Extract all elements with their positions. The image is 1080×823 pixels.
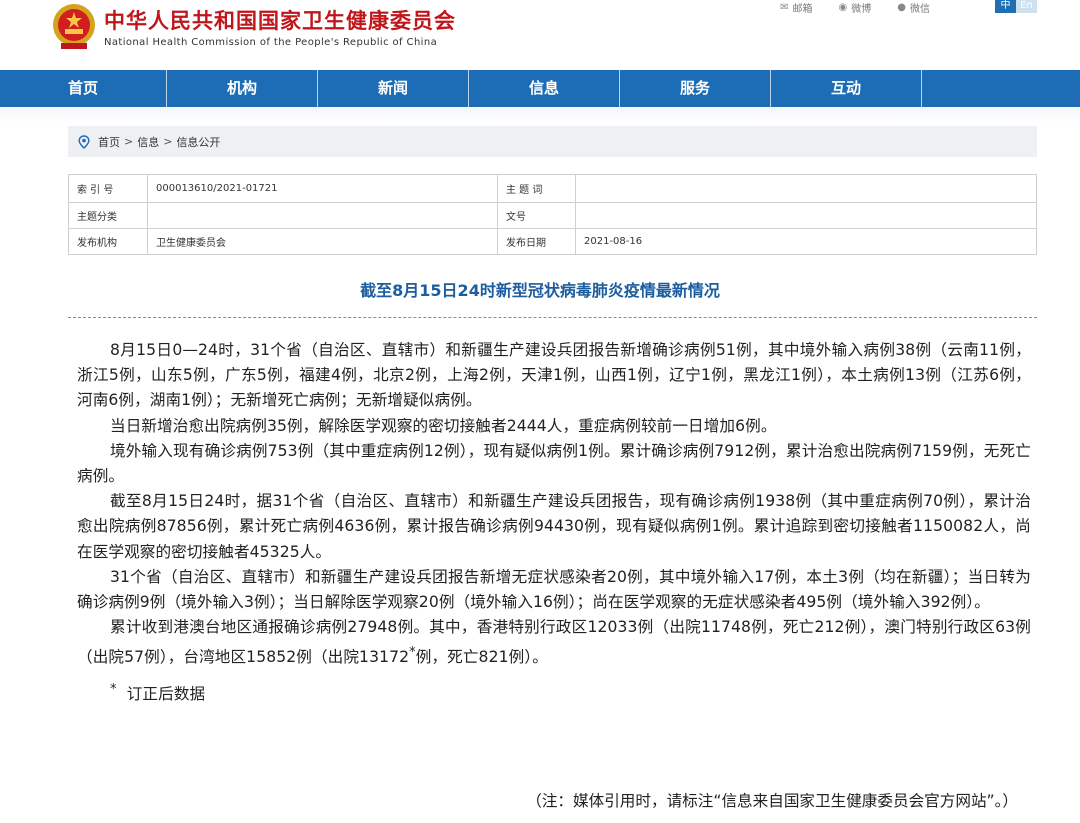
article-paragraph: 8月15日0—24时，31个省（自治区、直辖市）和新疆生产建设兵团报告新增确诊病… [77, 341, 1031, 410]
site-header: 中华人民共和国国家卫生健康委员会 National Health Commiss… [0, 0, 1080, 70]
top-links: ✉ 邮箱 ◉ 微博 ● 微信 [780, 0, 930, 15]
document-meta-table: 索 引 号 000013610/2021-01721 主 题 词 主题分类 文号… [68, 174, 1037, 255]
breadcrumb-separator: > [163, 135, 173, 148]
mail-icon: ✉ [780, 1, 789, 13]
breadcrumb-separator: > [124, 135, 134, 148]
doc-number-label: 文号 [497, 202, 576, 229]
weibo-icon: ◉ [838, 1, 848, 13]
doc-number-value [575, 202, 1037, 229]
article-paragraph: 当日新增治愈出院病例35例，解除医学观察的密切接触者2444人，重症病例较前一日… [110, 416, 777, 435]
wechat-icon: ● [897, 1, 906, 13]
subject-category-value [147, 202, 498, 229]
wechat-link[interactable]: ● 微信 [897, 0, 930, 15]
article-paragraph: 截至8月15日24时，据31个省（自治区、直辖市）和新疆生产建设兵团报告，现有确… [77, 492, 1031, 561]
nav-item-institutions[interactable]: 机构 [167, 70, 318, 107]
nav-item-interaction[interactable]: 互动 [771, 70, 922, 107]
location-pin-icon [78, 134, 90, 149]
nav-item-services[interactable]: 服务 [620, 70, 771, 107]
mail-link-label: 邮箱 [792, 3, 813, 15]
publish-date-value: 2021-08-16 [575, 228, 1037, 255]
article-title: 截至8月15日24时新型冠状病毒肺炎疫情最新情况 [360, 281, 720, 300]
main-nav: 首页 机构 新闻 信息 服务 互动 [0, 70, 1080, 107]
breadcrumb-home[interactable]: 首页 [98, 134, 120, 150]
index-label: 索 引 号 [68, 174, 148, 203]
paragraph-text: 累计收到港澳台地区通报确诊病例27948例。其中，香港特别行政区12033例（出… [77, 618, 1031, 667]
meta-row: 主题分类 文号 [68, 202, 1037, 229]
wechat-link-label: 微信 [910, 3, 930, 15]
lang-cn-button[interactable]: 中 [995, 0, 1016, 13]
article-paragraph: 累计收到港澳台地区通报确诊病例27948例。其中，香港特别行政区12033例（出… [77, 615, 1031, 671]
article-body: 8月15日0—24时，31个省（自治区、直辖市）和新疆生产建设兵团报告新增确诊病… [77, 338, 1031, 707]
article-paragraph: 境外输入现有确诊病例753例（其中重症病例12例），现有疑似病例1例。累计确诊病… [77, 441, 1031, 486]
weibo-link-label: 微博 [851, 3, 872, 15]
publish-date-label: 发布日期 [497, 228, 576, 255]
title-divider [68, 317, 1037, 318]
publisher-value: 卫生健康委员会 [147, 228, 498, 255]
citation-note: （注：媒体引用时，请标注“信息来自国家卫生健康委员会官方网站”。） [526, 792, 1018, 810]
article-paragraph: 31个省（自治区、直辖市）和新疆生产建设兵团报告新增无症状感染者20例，其中境外… [77, 567, 1031, 612]
breadcrumb-information[interactable]: 信息 [137, 134, 159, 150]
correction-star: * [409, 645, 416, 661]
breadcrumb-disclosure[interactable]: 信息公开 [176, 134, 220, 150]
subject-word-value [575, 174, 1037, 203]
nav-item-home[interactable]: 首页 [0, 70, 167, 107]
note-star: * [110, 681, 117, 697]
site-name-en: National Health Commission of the People… [104, 37, 438, 48]
nav-item-information[interactable]: 信息 [469, 70, 620, 107]
nav-item-news[interactable]: 新闻 [318, 70, 469, 107]
index-value: 000013610/2021-01721 [147, 174, 498, 203]
correction-note: * 订正后数据 [77, 677, 1031, 707]
lang-en-button[interactable]: En [1016, 0, 1037, 13]
language-switch: 中 En [995, 0, 1037, 13]
weibo-link[interactable]: ◉ 微博 [838, 0, 872, 15]
nav-shadow [0, 107, 1080, 123]
publisher-label: 发布机构 [68, 228, 148, 255]
national-emblem-icon[interactable] [52, 2, 96, 52]
subject-word-label: 主 题 词 [497, 174, 576, 203]
paragraph-text: 例，死亡821例）。 [415, 648, 548, 667]
site-name-cn[interactable]: 中华人民共和国国家卫生健康委员会 [104, 5, 456, 35]
meta-row: 索 引 号 000013610/2021-01721 主 题 词 [68, 174, 1037, 203]
mail-link[interactable]: ✉ 邮箱 [780, 0, 813, 15]
note-text: 订正后数据 [126, 685, 206, 704]
subject-category-label: 主题分类 [68, 202, 148, 229]
breadcrumb: 首页 > 信息 > 信息公开 [68, 126, 1037, 157]
meta-row: 发布机构 卫生健康委员会 发布日期 2021-08-16 [68, 228, 1037, 255]
